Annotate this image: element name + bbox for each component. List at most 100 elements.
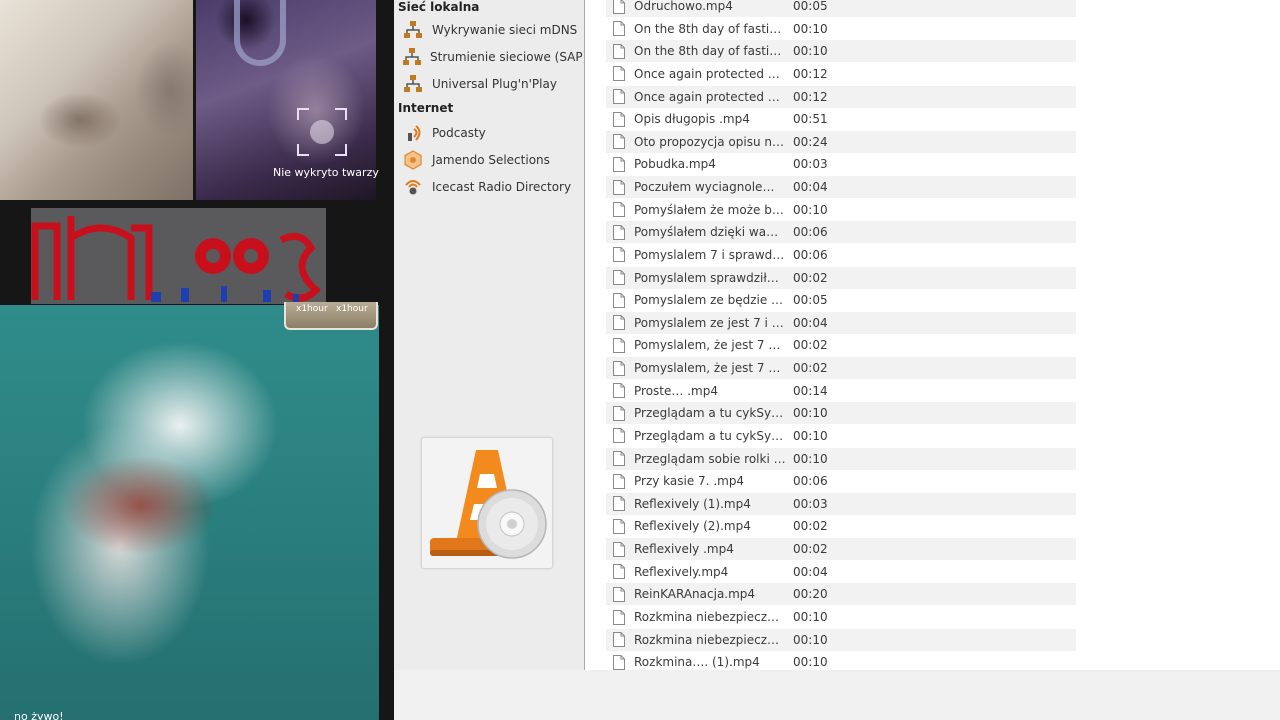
- sidebar-item-label: Strumienie sieciowe (SAP): [430, 50, 588, 64]
- playlist-row[interactable]: On the 8th day of fasting, y... 00:10: [606, 40, 1076, 63]
- file-icon: [613, 541, 625, 557]
- file-icon: [613, 247, 625, 263]
- row-duration: 00:12: [793, 89, 828, 104]
- playlist-row[interactable]: ReinKARAnacja.mp4 00:20: [606, 583, 1076, 606]
- webcam-feed-top-left: [0, 0, 193, 200]
- playlist-row[interactable]: Rozkmina niebezpieczna min... 00:10: [606, 606, 1076, 628]
- playlist-row[interactable]: Pomyslalem ze będzie 7 wyci... 00:05: [606, 289, 1076, 311]
- webcam-feed-bottom: [0, 305, 379, 720]
- row-title: Pomyslalem, że jest 7 noi 7. ...: [634, 361, 786, 376]
- playlist-row[interactable]: Pomyslalem ze jest 7 i jest 7 ... 00:04: [606, 311, 1076, 334]
- row-duration: 00:10: [793, 406, 828, 421]
- playlist-row[interactable]: Odruchowo.mp4 00:05: [606, 0, 1076, 17]
- row-title: Once again protected by the...: [634, 66, 786, 81]
- sidebar-item-label: Wykrywanie sieci mDNS: [432, 23, 578, 37]
- row-title: Reflexively (2).mp4: [634, 519, 751, 534]
- row-title: Przeglądam a tu cykSync. (...: [634, 406, 786, 421]
- row-duration: 00:04: [793, 564, 828, 579]
- playlist-row[interactable]: Pomyslalem 7 i sprawdzilem i ... 00:06: [606, 244, 1076, 266]
- row-title: Odruchowo.mp4: [634, 0, 733, 13]
- playlist-row[interactable]: Reflexively (2).mp4 00:02: [606, 515, 1076, 537]
- sidebar-item-label: Jamendo Selections: [432, 153, 550, 167]
- face-status-text: Nie wykryto twarzy: [273, 166, 379, 179]
- overlay-badge: x1hour x1hour: [284, 302, 378, 330]
- row-title: On the 8th day of fasting, y...: [634, 21, 786, 36]
- playlist-row[interactable]: Przeglądam a tu cykSync. .m... 00:10: [606, 425, 1076, 447]
- row-title: Pomyślałem dzięki wam Ojcz...: [634, 225, 786, 240]
- file-icon: [613, 270, 625, 286]
- sidebar-item-jamendo[interactable]: Jamendo Selections: [402, 149, 578, 171]
- row-title: Pomyslalem, że jest 7 noi 7. ...: [634, 338, 786, 353]
- row-duration: 00:10: [793, 610, 828, 624]
- file-icon: [613, 179, 625, 195]
- playlist-row[interactable]: Proste… .mp4 00:14: [606, 380, 1076, 402]
- row-duration: 00:02: [793, 542, 828, 557]
- media-library-sidebar: Sieć lokalna Wykrywanie sieci mDNS Strum…: [394, 0, 587, 720]
- row-duration: 00:04: [793, 180, 828, 195]
- playlist-row[interactable]: Pomyślałem dzięki wam Ojcz... 00:06: [606, 221, 1076, 244]
- vlc-artwork: [421, 437, 553, 569]
- row-duration: 00:51: [793, 112, 828, 127]
- row-duration: 00:06: [793, 247, 828, 262]
- row-duration: 00:10: [793, 44, 828, 59]
- status-area: [394, 670, 1280, 720]
- row-duration: 00:06: [793, 474, 828, 489]
- sidebar-item-label: Podcasty: [432, 126, 486, 140]
- playlist-row[interactable]: Rozkmina…. (1).mp4 00:10: [606, 651, 1076, 670]
- playlist-row[interactable]: Przeglądam a tu cykSync. (... 00:10: [606, 402, 1076, 425]
- file-icon: [613, 66, 625, 82]
- playlist-row[interactable]: Pobudka.mp4 00:03: [606, 153, 1076, 175]
- row-duration: 00:02: [793, 338, 828, 353]
- sidebar-item-upnp[interactable]: Universal Plug'n'Play: [402, 73, 578, 95]
- row-duration: 00:14: [793, 383, 828, 398]
- file-icon: [613, 654, 625, 670]
- playlist-view: Odruchowo.mp4 00:05 On the 8th day of fast…: [585, 0, 1280, 670]
- badge-label: x1hour: [296, 304, 328, 314]
- playlist-row[interactable]: Opis długopis .mp4 00:51: [606, 108, 1076, 130]
- row-duration: 00:12: [793, 66, 828, 81]
- playlist-row[interactable]: Poczułem wyciagnolem spra... 00:04: [606, 176, 1076, 199]
- playlist-row[interactable]: Pomyslalem sprawdziłem i 7.... 00:02: [606, 266, 1076, 289]
- row-duration: 00:02: [793, 519, 828, 534]
- row-title: Proste… .mp4: [634, 383, 718, 398]
- network-icon: [402, 47, 422, 67]
- section-header-internet: Internet: [398, 101, 454, 115]
- playlist-row[interactable]: Rozkmina niebezpieczna min... 00:10: [606, 628, 1076, 651]
- row-duration: 00:04: [793, 315, 828, 330]
- row-duration: 00:10: [793, 202, 828, 217]
- sidebar-item-icecast[interactable]: Icecast Radio Directory: [402, 176, 578, 198]
- playlist-row[interactable]: Reflexively.mp4 00:04: [606, 561, 1076, 583]
- row-title: Opis długopis .mp4: [634, 112, 750, 127]
- playlist-row[interactable]: Reflexively .mp4 00:02: [606, 538, 1076, 561]
- playlist-row[interactable]: On the 8th day of fasting, y... 00:10: [606, 18, 1076, 40]
- row-duration: 00:02: [793, 270, 828, 285]
- playlist-row[interactable]: Przy kasie 7. .mp4 00:06: [606, 470, 1076, 492]
- row-title: ReinKARAnacja.mp4: [634, 587, 756, 602]
- row-title: Pomyślałem że może być sie...: [634, 202, 786, 217]
- playlist-row[interactable]: Once again protected by the... 00:12: [606, 85, 1076, 108]
- playlist-row[interactable]: Pomyslalem, że jest 7 noi 7. ... 00:02: [606, 357, 1076, 380]
- bottom-caption: no żywo!: [14, 710, 64, 720]
- radio-icon: [402, 177, 424, 197]
- face-detection-frame: [297, 108, 347, 156]
- row-title: Przy kasie 7. .mp4: [634, 474, 745, 489]
- sidebar-item-sap[interactable]: Strumienie sieciowe (SAP): [402, 46, 587, 68]
- playlist-row[interactable]: Przeglądam sobie rolki a tu c... 00:10: [606, 447, 1076, 470]
- file-icon: [613, 202, 625, 218]
- playlist-row[interactable]: Reflexively (1).mp4 00:03: [606, 492, 1076, 515]
- file-icon: [613, 43, 625, 59]
- row-duration: 00:10: [793, 632, 828, 647]
- playlist-row[interactable]: Pomyślałem że może być sie... 00:10: [606, 199, 1076, 221]
- row-duration: 00:10: [793, 428, 828, 443]
- file-icon: [613, 292, 625, 308]
- playlist-row[interactable]: Oto propozycja opisu na Tik... 00:24: [606, 130, 1076, 153]
- sidebar-item-podcasts[interactable]: Podcasty: [402, 122, 578, 144]
- sidebar-item-mdns[interactable]: Wykrywanie sieci mDNS: [402, 19, 578, 41]
- playlist-row[interactable]: Pomyslalem, że jest 7 noi 7. ... 00:02: [606, 334, 1076, 356]
- file-icon: [613, 315, 625, 331]
- playlist-row[interactable]: Once again protected by the... 00:12: [606, 63, 1076, 85]
- file-icon: [613, 609, 625, 625]
- badge-label: x1hour: [336, 304, 368, 314]
- row-title: Pomyslalem ze będzie 7 wyci...: [634, 293, 786, 308]
- vlc-cone-icon: [430, 450, 547, 559]
